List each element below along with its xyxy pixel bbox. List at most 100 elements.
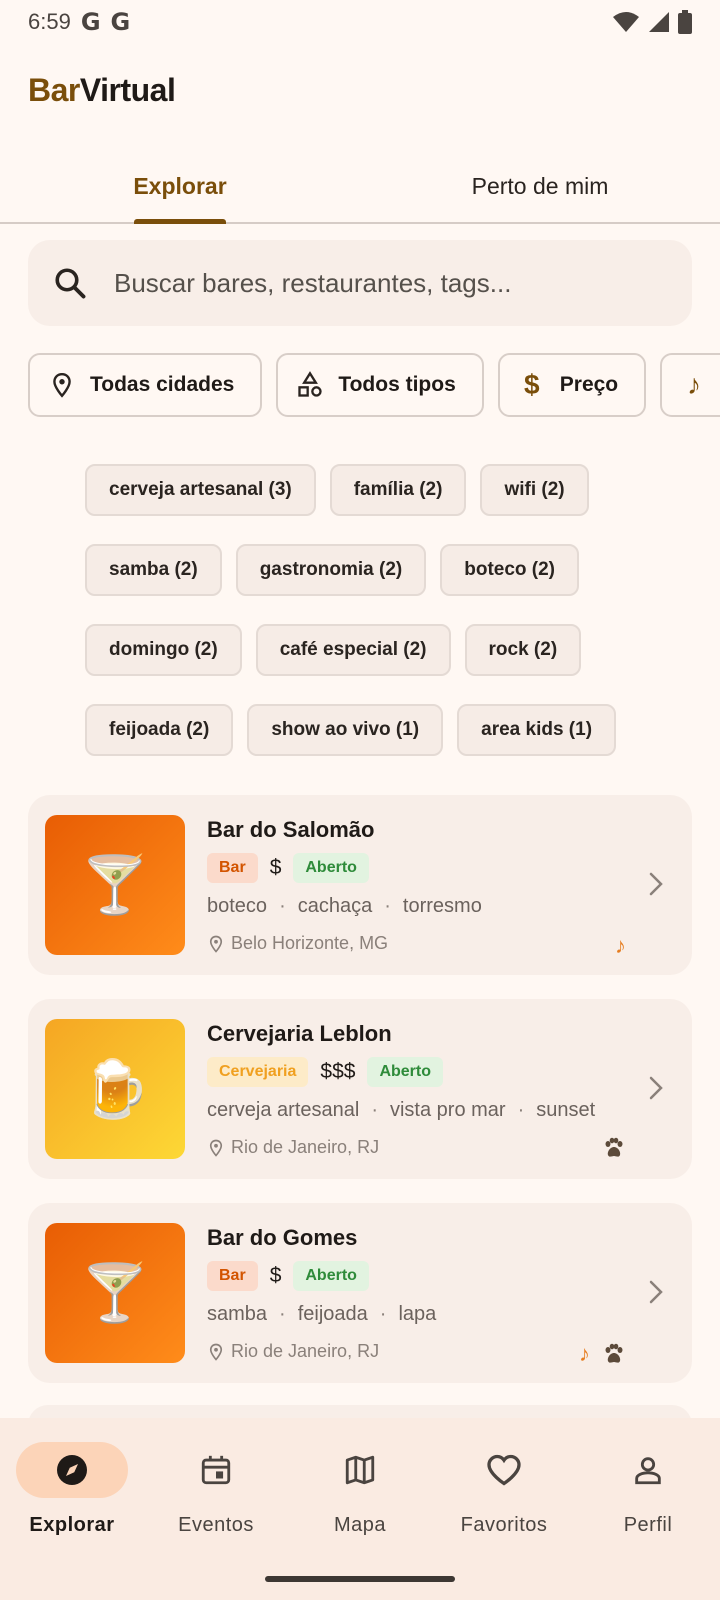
nav-perfil[interactable]: Perfil (576, 1442, 720, 1600)
tag-chip[interactable]: area kids (1) (457, 704, 617, 756)
cocktail-icon: 🍸 (45, 1223, 185, 1363)
amenities: ♪ (615, 933, 626, 959)
search-input[interactable]: Buscar bares, restaurantes, tags... (28, 240, 692, 326)
nav-explorar[interactable]: Explorar (0, 1442, 144, 1600)
battery-icon (678, 10, 692, 34)
music-note-icon: ♪ (687, 369, 702, 400)
filter-bar: Todas cidades Todos tipos $ Preço ♪ (28, 353, 720, 419)
home-indicator[interactable] (265, 1576, 455, 1582)
filter-music-button[interactable]: ♪ (660, 353, 720, 417)
person-icon (635, 1457, 661, 1485)
google-icon: G (110, 8, 131, 36)
nav-label: Explorar (29, 1514, 115, 1536)
filter-price-button[interactable]: $ Preço (497, 353, 647, 417)
type-badge: Cervejaria (207, 1057, 309, 1087)
place-card[interactable]: 🍸 Bar do Salomão Bar $ Aberto boteco · ca… (28, 795, 692, 975)
chevron-right-icon (649, 1076, 663, 1100)
filter-city-button[interactable]: Todas cidades (28, 353, 263, 417)
app-title: BarVirtual (28, 72, 176, 109)
price-level: $$$ (320, 1060, 356, 1083)
place-card[interactable]: 🍺 Cervejaria Leblon Cervejaria $$$ Abert… (28, 999, 692, 1179)
location-pin-icon (48, 371, 76, 399)
location-pin-icon (209, 1139, 223, 1157)
filter-price-label: Preço (559, 373, 619, 396)
status-badge: Aberto (293, 853, 369, 883)
search-placeholder: Buscar bares, restaurantes, tags... (114, 267, 512, 298)
location-pin-icon (209, 1343, 223, 1361)
tag-chip[interactable]: show ao vivo (1) (247, 704, 444, 756)
status-badge: Aberto (367, 1057, 443, 1087)
tag-chip[interactable]: samba (2) (85, 544, 222, 596)
music-note-icon: ♪ (579, 1341, 590, 1366)
music-note-icon: ♪ (615, 933, 626, 958)
cocktail-icon: 🍸 (45, 815, 185, 955)
place-tags: samba · feijoada · lapa (207, 1303, 437, 1325)
beer-mug-icon: 🍺 (45, 1019, 185, 1159)
chevron-right-icon (649, 1280, 663, 1304)
tag-chip[interactable]: gastronomia (2) (235, 544, 427, 596)
location-text: Belo Horizonte, MG (231, 933, 389, 953)
place-name: Bar do Gomes (207, 1225, 358, 1250)
place-card[interactable]: 🍸 Bar do Gomes Bar $ Aberto samba · feijo… (28, 1203, 692, 1383)
place-tag: cerveja artesanal (207, 1099, 360, 1121)
tab-perto-de-mim[interactable]: Perto de mim (360, 150, 720, 222)
place-location: Belo Horizonte, MG (207, 933, 388, 954)
place-tag: boteco (207, 895, 268, 917)
tag-chip[interactable]: domingo (2) (85, 624, 242, 676)
tag-chip[interactable]: boteco (2) (440, 544, 580, 596)
calendar-icon (201, 1455, 231, 1485)
tab-explorar[interactable]: Explorar (0, 150, 360, 222)
chevron-right-icon (649, 872, 663, 896)
paw-icon (605, 1137, 623, 1157)
status-bar: 6:59 G G (0, 0, 720, 44)
place-location: Rio de Janeiro, RJ (207, 1137, 379, 1158)
location-text: Rio de Janeiro, RJ (231, 1341, 380, 1361)
place-location: Rio de Janeiro, RJ (207, 1341, 379, 1362)
category-icon (296, 371, 324, 399)
place-tag: vista pro mar (389, 1099, 506, 1121)
price-level: $ (269, 856, 282, 879)
map-icon (345, 1455, 375, 1485)
tag-chip[interactable]: feijoada (2) (85, 704, 234, 756)
tag-chip[interactable]: cerveja artesanal (3) (85, 464, 316, 516)
tag-chip[interactable]: wifi (2) (480, 464, 589, 516)
tag-chip[interactable]: café especial (2) (255, 624, 451, 676)
place-tag: feijoada (297, 1303, 368, 1325)
filter-city-label: Todas cidades (90, 373, 235, 396)
nav-label: Mapa (333, 1514, 387, 1536)
bottom-nav: Explorar Eventos Mapa Favoritos Perfil (0, 1418, 720, 1600)
wifi-icon (613, 12, 639, 32)
place-tags: cerveja artesanal · vista pro mar · sunset (207, 1099, 596, 1121)
place-tag: lapa (398, 1303, 437, 1325)
amenities (602, 1137, 626, 1159)
signal-icon (649, 12, 669, 32)
dollar-icon: $ (523, 369, 540, 400)
place-tags: boteco · cachaça · torresmo (207, 895, 482, 917)
app-title-brand: Bar (28, 72, 80, 108)
place-list: 🍸 Bar do Salomão Bar $ Aberto boteco · ca… (28, 795, 692, 1407)
status-badge: Aberto (293, 1261, 369, 1291)
heart-icon (487, 1454, 521, 1486)
paw-icon (605, 1343, 623, 1363)
type-badge: Bar (207, 1261, 258, 1291)
tab-bar: Explorar Perto de mim (0, 150, 720, 224)
place-tag: cachaça (297, 895, 373, 917)
app-title-rest: Virtual (79, 72, 176, 108)
place-name: Bar do Salomão (207, 817, 375, 842)
tag-chip[interactable]: família (2) (329, 464, 467, 516)
clock: 6:59 (28, 9, 71, 34)
google-icon: G (80, 8, 101, 36)
nav-label: Perfil (623, 1514, 673, 1536)
place-tag: sunset (536, 1099, 596, 1121)
place-tag: samba (207, 1303, 268, 1325)
place-tag: torresmo (402, 895, 482, 917)
tag-cloud: cerveja artesanal (3) família (2) wifi (… (85, 464, 645, 784)
place-name: Cervejaria Leblon (207, 1021, 392, 1046)
compass-icon (57, 1455, 87, 1485)
filter-type-label: Todos tipos (338, 373, 456, 396)
filter-type-button[interactable]: Todos tipos (276, 353, 484, 417)
search-icon (55, 268, 86, 299)
tag-chip[interactable]: rock (2) (464, 624, 582, 676)
nav-label: Favoritos (460, 1514, 548, 1536)
location-pin-icon (209, 935, 223, 953)
